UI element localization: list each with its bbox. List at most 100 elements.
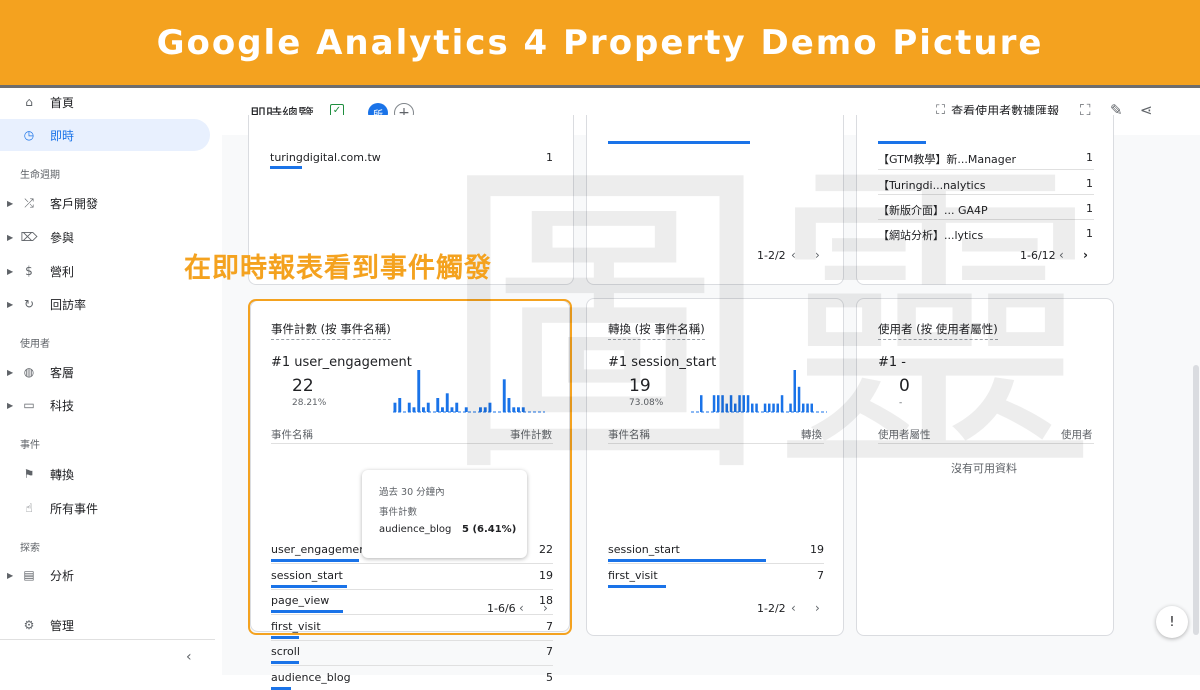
table-row-label: 【Turingdi...nalytics: [878, 179, 986, 192]
sparkline-bar: [729, 395, 733, 412]
flag-icon: ⚑: [23, 467, 35, 481]
column-header-user-property: 使用者屬性: [878, 429, 931, 441]
chevron-right-icon[interactable]: ›: [815, 601, 820, 615]
row-divider: [878, 194, 1094, 195]
chevron-left-icon[interactable]: ‹: [791, 601, 796, 615]
sparkline-bar: [755, 403, 758, 412]
section-label-lifecycle: 生命週期: [20, 170, 60, 181]
card-conversions: 轉換 (按 事件名稱) #1 session_start 19 73.08% 事…: [586, 298, 844, 636]
sparkline-bar: [776, 403, 779, 412]
sparkline-bar: [793, 370, 796, 412]
acquisition-icon: ⤮: [24, 195, 34, 210]
row-divider: [878, 219, 1094, 220]
table-row-label[interactable]: first_visit: [608, 569, 658, 582]
chart-icon: ▤: [23, 568, 35, 582]
sidebar-item-demographics[interactable]: ▶ ◍ 客層: [0, 356, 210, 388]
sidebar-item-acquisition[interactable]: ▶ ⤮ 客戶開發: [0, 187, 210, 219]
top-item-count: 0: [899, 376, 910, 396]
table-row-value: 1: [1086, 227, 1093, 240]
column-header-users: 使用者: [1061, 429, 1093, 441]
table-row-value: 5: [546, 670, 553, 684]
table-row-label[interactable]: session_start: [608, 543, 680, 556]
sparkline-bar: [772, 403, 775, 412]
sidebar-item-label: 首頁: [50, 95, 75, 110]
table-row-label[interactable]: scroll: [271, 645, 300, 658]
card-top-mid: 1-2/2 ‹ ›: [586, 115, 844, 285]
column-header-conversions: 轉換: [801, 429, 822, 441]
header-divider: [878, 443, 1094, 444]
tag-icon: ⌦: [20, 230, 38, 244]
sparkline-bar: [797, 386, 801, 412]
home-icon: ⌂: [25, 95, 33, 109]
row-divider: [271, 639, 553, 641]
sparkline-bar: [721, 395, 724, 412]
scrollbar[interactable]: [1193, 365, 1199, 635]
table-row-label: 【GTM教學】新...Manager: [878, 153, 1017, 166]
top-item-percent: -: [899, 398, 903, 408]
row-bar: [271, 661, 299, 664]
sidebar-item-label: 科技: [50, 398, 75, 413]
feedback-button[interactable]: !: [1156, 606, 1188, 638]
chevron-left-icon[interactable]: ‹: [791, 248, 796, 262]
pager-label: 1-2/2: [757, 249, 786, 262]
sidebar-item-label: 客層: [50, 365, 75, 380]
section-label-explore: 探索: [20, 543, 40, 554]
sidebar-item-retention[interactable]: ▶ ↻ 回訪率: [0, 288, 210, 320]
pager-label: 1-2/2: [757, 602, 786, 615]
sidebar-item-monetization[interactable]: ▶ $ 營利: [0, 255, 210, 287]
chevron-right-icon[interactable]: ›: [815, 248, 820, 262]
tooltip-timeframe: 過去 30 分鐘內: [379, 487, 445, 498]
feedback-icon: !: [1169, 614, 1175, 630]
sidebar-item-conversions[interactable]: ⚑ 轉換: [0, 458, 210, 490]
column-header-event-name: 事件名稱: [608, 429, 650, 441]
caret-right-icon: ▶: [7, 198, 14, 208]
row-bar: [608, 585, 666, 588]
sidebar-item-label: 客戶開發: [50, 196, 99, 211]
row-bar: [270, 166, 302, 169]
collapse-sidebar-icon[interactable]: ‹: [186, 649, 192, 665]
card-page-title: 【GTM教學】新...Manager 1 【Turingdi...nalytic…: [856, 115, 1114, 285]
row-divider: [878, 169, 1094, 170]
top-item-label: #1 -: [878, 355, 906, 370]
row-bar: [271, 686, 291, 690]
card-title: 使用者 (按 使用者屬性): [878, 321, 998, 340]
sparkline-bar: [810, 403, 813, 412]
main-content: 即時總覽 ✓ 所 + ⛶ 查看使用者數據匯報 ⛶ ✎ ⋖ turingdigit…: [222, 91, 1200, 690]
row-bar: [271, 635, 299, 639]
table-row-label: 【網站分析】...lytics: [878, 229, 984, 242]
sparkline-bar: [763, 403, 767, 412]
sidebar-item-label: 回訪率: [50, 297, 87, 312]
sparkline-chart: [691, 370, 827, 413]
top-item-percent: 73.08%: [629, 398, 664, 408]
table-row-value: 1: [546, 151, 553, 164]
sparkline-bar: [746, 395, 750, 412]
sidebar-item-label: 轉換: [50, 467, 75, 482]
sparkline-bar: [738, 395, 741, 412]
table-row-value: 7: [546, 645, 553, 658]
caret-right-icon: ▶: [7, 400, 14, 410]
sidebar-item-home[interactable]: ⌂ 首頁: [0, 86, 210, 118]
share-icon[interactable]: ⋖: [1140, 101, 1153, 119]
clock-icon: ◷: [23, 128, 35, 142]
sparkline-bar: [802, 403, 805, 412]
gear-icon: ⚙: [23, 618, 35, 632]
tooltip-label: audience_blog: [379, 524, 452, 535]
table-row-label[interactable]: audience_blog: [271, 671, 351, 684]
highlight-frame: [248, 299, 572, 635]
sparkline-bar: [806, 403, 809, 412]
sparkline-bar: [700, 395, 703, 412]
sidebar-item-tech[interactable]: ▶ ▭ 科技: [0, 389, 210, 421]
sidebar-item-realtime[interactable]: ◷ 即時: [0, 119, 210, 151]
table-row-label: turingdigital.com.tw: [270, 151, 381, 164]
sidebar-item-label: 營利: [50, 264, 75, 279]
section-label-events: 事件: [20, 440, 40, 451]
sidebar-item-analysis[interactable]: ▶ ▤ 分析: [0, 559, 210, 591]
chevron-right-icon[interactable]: ›: [1083, 248, 1088, 262]
sidebar-item-engagement[interactable]: ▶ ⌦ 參與: [0, 221, 210, 253]
tooltip: 過去 30 分鐘內 事件計數 audience_blog 5 (6.41%): [362, 470, 527, 558]
sidebar-item-all-events[interactable]: ☝ 所有事件: [0, 492, 210, 524]
sidebar-item-admin[interactable]: ⚙ 管理: [0, 609, 210, 641]
chevron-left-icon[interactable]: ‹: [1059, 248, 1064, 262]
banner-title: Google Analytics 4 Property Demo Picture: [156, 22, 1044, 63]
tooltip-metric: 事件計數: [379, 507, 418, 518]
